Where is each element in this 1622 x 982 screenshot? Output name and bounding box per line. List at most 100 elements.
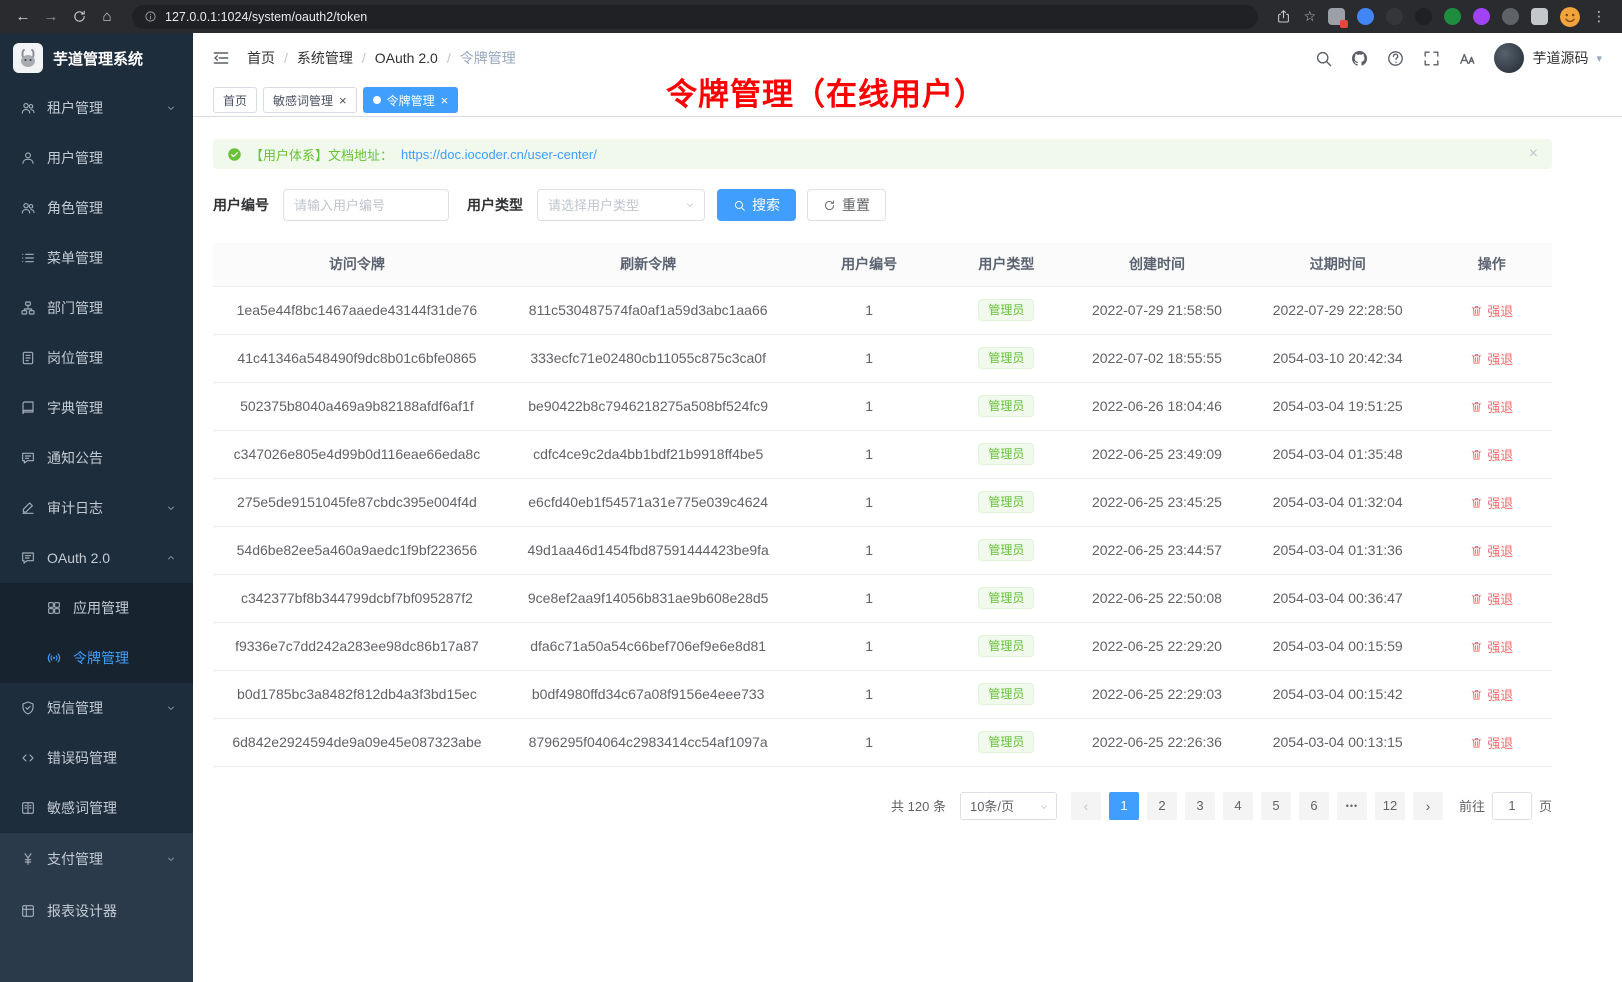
sidebar-menu-bottom: 支付管理 报表设计器 — [0, 833, 193, 982]
browser-menu-button[interactable]: ⋮ — [1592, 8, 1606, 25]
force-logout-button[interactable]: 强退 — [1470, 733, 1513, 752]
sidebar-item-user-management[interactable]: 用户管理 — [0, 133, 193, 183]
help-icon[interactable] — [1386, 49, 1405, 68]
sidebar-item-role-management[interactable]: 角色管理 — [0, 183, 193, 233]
force-logout-button[interactable]: 强退 — [1470, 397, 1513, 416]
browser-home-button[interactable]: ⌂ — [94, 4, 120, 30]
sidebar: 芋道管理系统 租户管理 用户管理 — [0, 33, 193, 982]
search-form: 用户编号 用户类型 搜索 重置 — [213, 189, 1552, 221]
page-button-2[interactable]: 2 — [1147, 792, 1177, 820]
extension-icon-dark-2[interactable] — [1415, 8, 1432, 25]
force-logout-button[interactable]: 强退 — [1470, 541, 1513, 560]
prev-page-button[interactable]: ‹ — [1071, 792, 1101, 820]
share-button[interactable] — [1276, 9, 1291, 24]
action-cell: 强退 — [1431, 718, 1552, 766]
goto-page-input[interactable] — [1492, 792, 1532, 820]
browser-reload-button[interactable] — [66, 4, 92, 30]
address-bar[interactable]: 127.0.0.1:1024/system/oauth2/token — [132, 5, 1258, 29]
extension-icon-panel[interactable] — [1531, 8, 1548, 25]
page-button-3[interactable]: 3 — [1185, 792, 1215, 820]
action-cell: 强退 — [1431, 670, 1552, 718]
menu-item-icon — [20, 100, 36, 116]
breadcrumb-home[interactable]: 首页 — [247, 48, 297, 68]
github-icon[interactable] — [1350, 49, 1369, 68]
force-logout-button[interactable]: 强退 — [1470, 301, 1513, 320]
search-button[interactable]: 搜索 — [717, 189, 796, 221]
tab-close-icon[interactable]: × — [339, 94, 347, 107]
search-icon[interactable] — [1314, 49, 1333, 68]
page-size-select[interactable]: 10条/页 — [960, 792, 1057, 820]
goto-page: 前往 页 — [1459, 792, 1552, 820]
tab-token[interactable]: 令牌管理 × — [363, 87, 459, 113]
sidebar-item-error-code-management[interactable]: 错误码管理 — [0, 733, 193, 783]
browser-back-button[interactable]: ← — [10, 4, 36, 30]
next-page-button[interactable]: › — [1413, 792, 1443, 820]
browser-forward-button[interactable]: → — [38, 4, 64, 30]
token-table: 访问令牌刷新令牌用户编号用户类型创建时间过期时间操作 1ea5e44f8bc14… — [213, 243, 1552, 767]
user-menu[interactable]: 芋道源码 ▾ — [1494, 43, 1602, 73]
sidebar-item-token-management[interactable]: 令牌管理 — [0, 633, 193, 683]
table-row: b0d1785bc3a8482f812db4a3f3bd15ec b0df498… — [213, 670, 1552, 718]
extension-icon-blue[interactable] — [1357, 8, 1374, 25]
extension-icon-dark-1[interactable] — [1386, 8, 1403, 25]
sidebar-item-report-designer[interactable]: 报表设计器 — [0, 885, 193, 937]
table-row: 41c41346a548490f9dc8b01c6bfe0865 333ecfc… — [213, 334, 1552, 382]
page-button-6[interactable]: 6 — [1299, 792, 1329, 820]
reset-button[interactable]: 重置 — [807, 189, 886, 221]
user-id-input[interactable] — [283, 189, 449, 221]
user-type-select-input[interactable] — [537, 189, 705, 221]
page-button-5[interactable]: 5 — [1261, 792, 1291, 820]
tab-close-icon[interactable]: × — [441, 94, 449, 107]
menu-item-icon — [20, 550, 36, 566]
fullscreen-icon[interactable] — [1422, 49, 1441, 68]
font-size-icon[interactable] — [1458, 49, 1477, 68]
sidebar-item-app-management[interactable]: 应用管理 — [0, 583, 193, 633]
sidebar-item-tenant-management[interactable]: 租户管理 — [0, 83, 193, 133]
sidebar-item-audit-log[interactable]: 审计日志 — [0, 483, 193, 533]
table-row: c342377bf8b344799dcbf7bf095287f2 9ce8ef2… — [213, 574, 1552, 622]
page-button-4[interactable]: 4 — [1223, 792, 1253, 820]
page-button-more[interactable]: ••• — [1337, 792, 1367, 820]
sidebar-item-oauth2[interactable]: OAuth 2.0 — [0, 533, 193, 583]
force-logout-button[interactable]: 强退 — [1470, 589, 1513, 608]
sidebar-item-notice[interactable]: 通知公告 — [0, 433, 193, 483]
force-logout-button[interactable]: 强退 — [1470, 637, 1513, 656]
alert-close-icon[interactable]: × — [1529, 146, 1538, 162]
force-logout-button[interactable]: 强退 — [1470, 685, 1513, 704]
extension-icon-green[interactable] — [1444, 8, 1461, 25]
user-type-cell: 管理员 — [943, 382, 1070, 430]
sidebar-item-dict-management[interactable]: 字典管理 — [0, 383, 193, 433]
tab-home[interactable]: 首页 × — [213, 87, 257, 113]
user-type-select[interactable] — [537, 189, 705, 221]
table-row: 502375b8040a469a9b82188afdf6af1f be90422… — [213, 382, 1552, 430]
goto-suffix: 页 — [1539, 796, 1552, 815]
extension-icon-gray[interactable] — [1502, 8, 1519, 25]
sidebar-item-menu-management[interactable]: 菜单管理 — [0, 233, 193, 283]
force-logout-button[interactable]: 强退 — [1470, 445, 1513, 464]
sidebar-item-dept-management[interactable]: 部门管理 — [0, 283, 193, 333]
expire-time-cell: 2054-03-10 20:42:34 — [1244, 334, 1431, 382]
created-time-cell: 2022-06-25 22:26:36 — [1070, 718, 1244, 766]
user-type-cell: 管理员 — [943, 718, 1070, 766]
force-logout-button[interactable]: 强退 — [1470, 493, 1513, 512]
user-id-cell: 1 — [795, 526, 942, 574]
browser-profile-avatar[interactable] — [1560, 7, 1580, 27]
bookmark-button[interactable]: ☆ — [1303, 8, 1316, 25]
extension-icon-purple[interactable] — [1473, 8, 1490, 25]
sidebar-item-sensitive-word-management[interactable]: 敏感词管理 — [0, 783, 193, 833]
breadcrumb-token[interactable]: 令牌管理 — [460, 48, 516, 68]
extension-icon-grid[interactable] — [1328, 8, 1345, 25]
sidebar-menu: 租户管理 用户管理 角色管理 — [0, 83, 193, 833]
breadcrumb-oauth2[interactable]: OAuth 2.0 — [375, 50, 460, 66]
doc-link[interactable]: https://doc.iocoder.cn/user-center/ — [401, 147, 597, 162]
breadcrumb-system[interactable]: 系统管理 — [297, 48, 375, 68]
page-button-1[interactable]: 1 — [1109, 792, 1139, 820]
page-button-12[interactable]: 12 — [1375, 792, 1405, 820]
sidebar-item-pay-management[interactable]: 支付管理 — [0, 833, 193, 885]
force-logout-button[interactable]: 强退 — [1470, 349, 1513, 368]
sidebar-item-post-management[interactable]: 岗位管理 — [0, 333, 193, 383]
tab-sensitive-word[interactable]: 敏感词管理 × — [263, 87, 357, 113]
sidebar-item-sms-management[interactable]: 短信管理 — [0, 683, 193, 733]
collapse-sidebar-icon[interactable] — [211, 48, 231, 68]
refresh-token-cell: 333ecfc71e02480cb11055c875c3ca0f — [501, 334, 796, 382]
